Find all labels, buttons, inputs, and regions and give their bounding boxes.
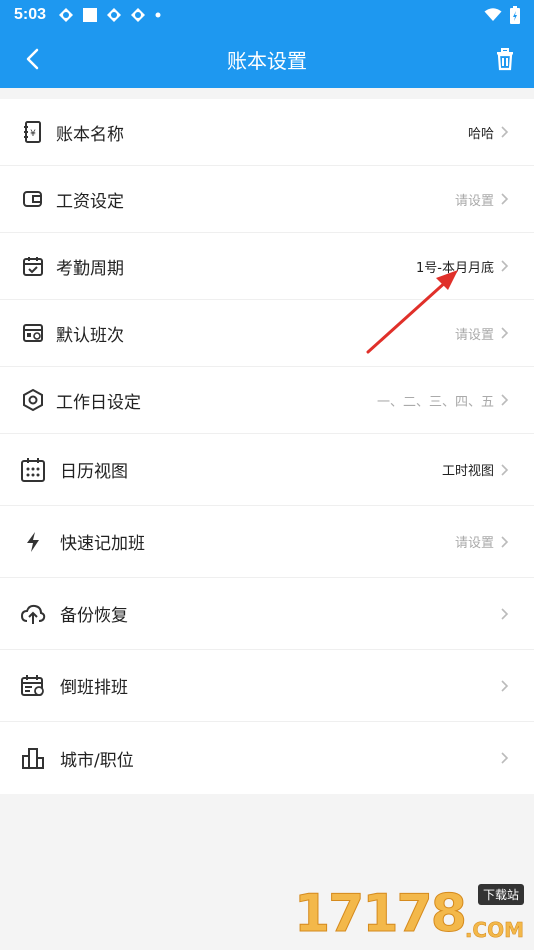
settings-item-label: 备份恢复 bbox=[60, 606, 128, 626]
app-notification-icon bbox=[107, 8, 122, 22]
shift-icon bbox=[20, 320, 46, 346]
settings-item-quick-overtime[interactable]: 快速记加班 请设置 bbox=[0, 506, 534, 578]
settings-item-label: 工作日设定 bbox=[56, 392, 141, 413]
trash-icon[interactable] bbox=[490, 44, 520, 74]
watermark-suffix: .COM bbox=[464, 918, 525, 943]
settings-item-value: 请设置 bbox=[454, 193, 494, 209]
watermark-logo: 17178 下载站 .COM bbox=[294, 884, 525, 945]
ledger-icon: ¥ bbox=[20, 119, 46, 145]
settings-item-label: 工资设定 bbox=[56, 191, 124, 212]
app-bar: 账本设置 bbox=[0, 30, 534, 88]
annotation-arrow-icon bbox=[366, 270, 458, 354]
settings-item-label: 城市/职位 bbox=[60, 750, 134, 771]
settings-item-shift-rotation[interactable]: 倒班排班 bbox=[0, 650, 534, 722]
settings-item-value: 请设置 bbox=[454, 536, 494, 551]
chevron-right-icon bbox=[501, 126, 509, 138]
battery-icon bbox=[510, 6, 520, 24]
settings-item-label: 日历视图 bbox=[60, 462, 128, 482]
settings-item-city-position[interactable]: 城市/职位 bbox=[0, 722, 534, 794]
settings-item-salary[interactable]: 工资设定 请设置 bbox=[0, 166, 534, 233]
status-bar: 5:03 bbox=[0, 0, 534, 30]
calendar-grid-icon bbox=[20, 457, 46, 483]
settings-item-label: 快速记加班 bbox=[60, 534, 145, 554]
settings-item-calendar-view[interactable]: 日历视图 工时视图 bbox=[0, 434, 534, 506]
page-title: 账本设置 bbox=[227, 48, 307, 73]
calendar-clock-icon bbox=[20, 673, 46, 699]
settings-item-label: 默认班次 bbox=[56, 325, 124, 346]
city-icon bbox=[20, 745, 46, 771]
settings-item-value: 哈哈 bbox=[467, 126, 494, 142]
back-arrow-icon[interactable] bbox=[18, 44, 48, 74]
calendar-check-icon bbox=[20, 253, 46, 279]
settings-list: ¥ 账本名称 哈哈 工资设定 请设置 考勤周期 1号-本月月底 默认班次 请设置… bbox=[0, 99, 534, 794]
chevron-right-icon bbox=[501, 752, 509, 764]
chevron-right-icon bbox=[501, 327, 509, 339]
chevron-right-icon bbox=[501, 463, 509, 476]
cloud-upload-icon bbox=[20, 601, 46, 627]
settings-item-label: 账本名称 bbox=[56, 124, 124, 145]
square-notification-icon bbox=[83, 8, 98, 22]
app-notification-icon bbox=[59, 8, 74, 22]
dot-icon bbox=[155, 12, 161, 18]
chevron-right-icon bbox=[501, 679, 509, 692]
chevron-right-icon bbox=[501, 193, 509, 205]
watermark-number: 17178 bbox=[294, 884, 468, 945]
settings-item-label: 倒班排班 bbox=[60, 678, 128, 698]
chevron-right-icon bbox=[501, 260, 509, 272]
watermark-tag: 下载站 bbox=[477, 884, 524, 905]
settings-item-value: 工时视图 bbox=[441, 464, 494, 479]
settings-item-workdays[interactable]: 工作日设定 一、二、三、四、五 bbox=[0, 367, 534, 434]
status-time: 5:03 bbox=[14, 6, 47, 23]
lightning-icon bbox=[20, 529, 46, 555]
app-notification-icon bbox=[131, 8, 146, 22]
chevron-right-icon bbox=[501, 535, 509, 548]
wallet-icon bbox=[20, 186, 46, 212]
wifi-icon bbox=[484, 8, 502, 21]
chevron-right-icon bbox=[501, 394, 509, 406]
settings-item-label: 考勤周期 bbox=[56, 258, 124, 279]
settings-item-backup-restore[interactable]: 备份恢复 bbox=[0, 578, 534, 650]
hexagon-icon bbox=[20, 387, 46, 413]
chevron-right-icon bbox=[501, 607, 509, 620]
settings-item-ledger-name[interactable]: ¥ 账本名称 哈哈 bbox=[0, 99, 534, 166]
settings-item-value: 一、二、三、四、五 bbox=[376, 394, 494, 410]
svg-text:¥: ¥ bbox=[30, 129, 36, 139]
